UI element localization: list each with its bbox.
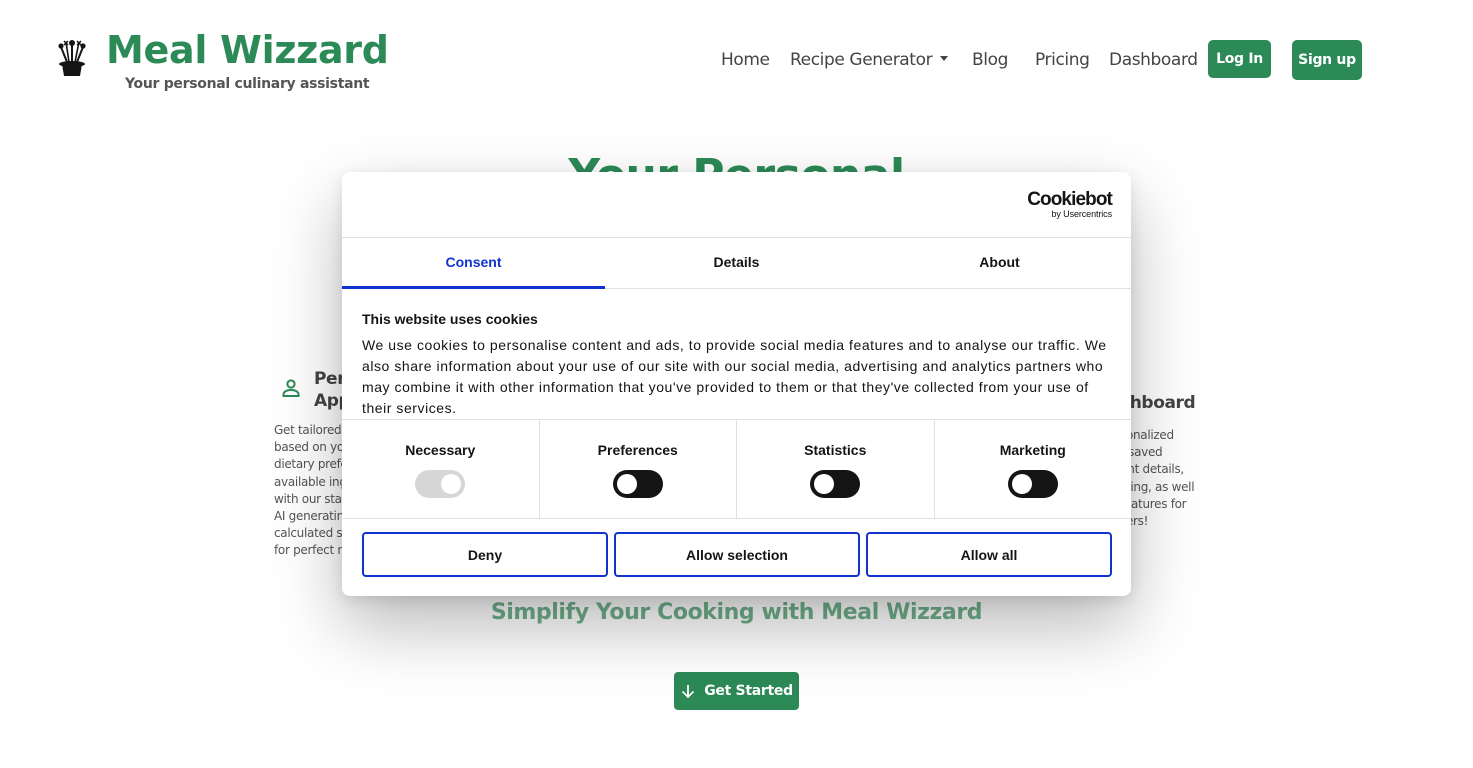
feature-right-text-line: r saved [1120, 445, 1163, 460]
feature-right-text-line: features for [1120, 496, 1187, 511]
feature-right-title-line: shboard [1120, 393, 1196, 413]
feature-right-text: sonalized r saved unt details, sting, as… [1120, 427, 1195, 530]
toggle-statistics-cell: Statistics [737, 420, 935, 518]
brand-title[interactable]: Meal Wizzard [106, 28, 389, 72]
tab-consent[interactable]: Consent [342, 238, 605, 289]
feature-right-text-line: unt details, [1120, 462, 1184, 477]
cookie-body-text: We use cookies to personalise content an… [362, 337, 1107, 416]
feature-left-text-line: AI generating [274, 509, 352, 524]
nav-dashboard[interactable]: Dashboard [1109, 50, 1198, 70]
toggle-statistics-label: Statistics [804, 442, 867, 458]
nav-recipe-generator[interactable]: Recipe Generator [790, 50, 949, 70]
toggle-marketing-cell: Marketing [935, 420, 1132, 518]
cookie-consent-dialog: Cookiebot by Usercentrics Consent Detail… [342, 172, 1131, 596]
toggle-marketing-switch[interactable] [1007, 470, 1058, 498]
feature-left-text-line: Get tailored r [274, 423, 350, 437]
allow-all-button[interactable]: Allow all [866, 532, 1112, 577]
tab-details[interactable]: Details [605, 238, 868, 288]
feature-right-text-line: sers! [1120, 514, 1149, 529]
cookiebot-logo-text: Cookiebot [1027, 189, 1113, 210]
feature-left-text-line: with our stat [274, 491, 347, 506]
feature-left-text: Get tailored r based on you dietary pref… [274, 422, 352, 560]
feature-right-text-line: sonalized [1120, 428, 1174, 442]
feature-right-text-line: sting, as well [1120, 479, 1195, 494]
tab-about[interactable]: About [868, 238, 1131, 288]
get-started-button[interactable]: Get Started [674, 672, 799, 710]
toggle-necessary-cell: Necessary [342, 420, 540, 518]
feature-left-text-line: for perfect m [274, 543, 349, 558]
cookie-heading: This website uses cookies [362, 311, 538, 327]
nav-pricing[interactable]: Pricing [1035, 50, 1090, 70]
feature-left-text-line: based on you [274, 440, 352, 455]
deny-button[interactable]: Deny [362, 532, 608, 577]
allow-selection-button[interactable]: Allow selection [614, 532, 860, 577]
cookiebot-logo-sub: by Usercentrics [1051, 209, 1112, 219]
nav-home[interactable]: Home [721, 50, 770, 70]
cookiebot-logo[interactable]: Cookiebot by Usercentrics [1027, 189, 1113, 219]
simplify-heading: Simplify Your Cooking with Meal Wizzard [490, 600, 983, 625]
login-button[interactable]: Log In [1208, 40, 1271, 78]
toggle-marketing-label: Marketing [999, 442, 1066, 458]
toggle-necessary-label: Necessary [405, 442, 476, 458]
nav-blog[interactable]: Blog [972, 50, 1008, 70]
toggle-preferences-switch[interactable] [612, 470, 663, 498]
toggle-statistics-switch[interactable] [810, 470, 861, 498]
toggle-preferences-cell: Preferences [540, 420, 737, 518]
nav-recipe-generator-label: Recipe Generator [790, 50, 933, 70]
signup-button[interactable]: Sign up [1292, 40, 1362, 80]
feature-right-title: r shboard [1120, 370, 1196, 414]
arrow-down-icon [682, 685, 695, 699]
hero-title: Your Personal [0, 150, 1473, 174]
magic-hat-icon[interactable] [54, 38, 90, 78]
consent-tabs: Consent Details About [342, 237, 1131, 289]
toggle-necessary-switch [415, 470, 466, 498]
consent-buttons: Deny Allow selection Allow all [362, 532, 1112, 577]
feature-left-text-line: available ingr [274, 474, 352, 489]
consent-toggles: Necessary Preferences Statistics Marketi… [342, 419, 1131, 519]
caret-down-icon [940, 55, 949, 61]
feature-right-title-line: r [1120, 370, 1195, 392]
get-started-label: Get Started [704, 683, 793, 699]
feature-left-text-line: dietary prefe [274, 457, 348, 472]
person-icon [282, 379, 300, 397]
brand-subtitle: Your personal culinary assistant [125, 76, 370, 92]
feature-left-text-line: calculated se [274, 526, 350, 541]
toggle-preferences-label: Preferences [597, 442, 678, 458]
